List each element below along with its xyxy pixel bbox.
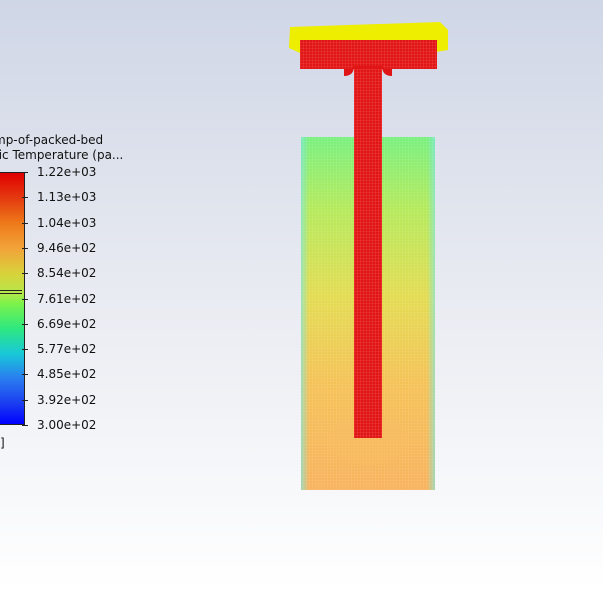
legend-tick-label: 9.46e+02 — [37, 241, 97, 255]
legend-marker-line — [0, 290, 22, 291]
legend-tick-label: 5.77e+02 — [37, 342, 97, 356]
legend-tick-mark — [22, 197, 28, 198]
legend-tick-mark — [22, 248, 28, 249]
legend-title-line2: tic Temperature (pa... — [0, 148, 124, 162]
legend-tick-label: 7.61e+02 — [37, 292, 97, 306]
legend-tick-mark — [22, 400, 28, 401]
legend-marker-line — [0, 293, 22, 294]
legend-tick-label: 4.85e+02 — [37, 367, 97, 381]
legend-tick-mark — [22, 299, 28, 300]
legend-tick-label: 1.22e+03 — [37, 165, 97, 179]
legend-title: mp-of-packed-bed tic Temperature (pa... — [0, 133, 123, 163]
legend-tick-mark — [22, 273, 28, 274]
legend-tick-mark — [22, 223, 28, 224]
legend-title-line1: mp-of-packed-bed — [0, 133, 104, 147]
legend-tick-label: 1.04e+03 — [37, 216, 97, 230]
legend-tick-label: 6.69e+02 — [37, 317, 97, 331]
legend-tick-mark — [22, 324, 28, 325]
legend-tick-label: 8.54e+02 — [37, 266, 97, 280]
legend-tick-label: 3.00e+02 — [37, 418, 97, 432]
legend-tick-mark — [22, 374, 28, 375]
legend-tick-label: 3.92e+02 — [37, 393, 97, 407]
legend-tick-mark — [22, 349, 28, 350]
legend-tick-label: 1.13e+03 — [37, 190, 97, 204]
graphics-viewport[interactable]: mp-of-packed-bed tic Temperature (pa... … — [0, 0, 603, 590]
legend-tick-mark — [22, 172, 28, 173]
legend-tick-mark — [22, 425, 28, 426]
legend-unit: ] — [0, 436, 5, 450]
